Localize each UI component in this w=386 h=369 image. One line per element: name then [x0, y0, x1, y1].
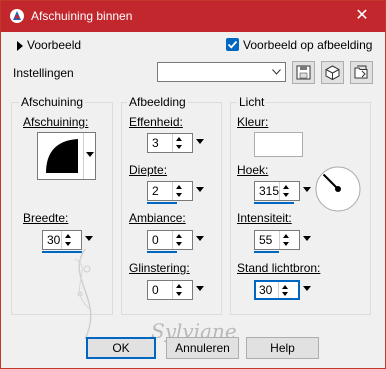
depth-spinner[interactable]: 2 [147, 181, 204, 204]
smoothness-value: 3 [152, 136, 159, 150]
angle-label: Hoek: [237, 163, 269, 177]
dialog-window: Afschuining binnen ✕ Voorbeeld Voorbeeld… [0, 0, 386, 369]
app-icon [10, 9, 24, 23]
bevel-width-label: Breedte: [23, 211, 69, 225]
depth-label: Diepte: [129, 163, 168, 177]
elevation-label: Stand lichtbron: [237, 261, 321, 275]
ambience-dropdown-icon[interactable] [196, 236, 204, 241]
angle-bar [254, 202, 294, 204]
settings-label: Instellingen [13, 66, 74, 80]
smoothness-arrows[interactable] [172, 134, 192, 152]
smoothness-label: Effenheid: [129, 115, 183, 129]
settings-combo[interactable] [157, 62, 286, 82]
depth-dropdown-icon[interactable] [196, 187, 204, 192]
smoothness-spinner[interactable]: 3 [147, 133, 204, 153]
reset-settings-button[interactable] [321, 61, 344, 84]
ambience-label: Ambiance: [129, 211, 186, 225]
angle-value: 315 [259, 184, 280, 198]
cancel-button[interactable]: Annuleren [166, 337, 239, 359]
load-settings-button[interactable] [350, 61, 373, 84]
chevron-down-icon [272, 69, 281, 75]
save-icon [296, 65, 311, 80]
intensity-label: Intensiteit: [237, 211, 292, 225]
preview-on-image-label[interactable]: Voorbeeld op afbeelding [243, 38, 372, 52]
elevation-arrows[interactable] [278, 282, 298, 298]
folder-open-icon [354, 65, 368, 79]
angle-spinner[interactable]: 315 [254, 181, 311, 204]
preview-on-image-checkbox[interactable] [226, 38, 239, 51]
preview-toggle-label[interactable]: Voorbeeld [27, 38, 81, 52]
group-light-title: Licht [237, 95, 267, 109]
elevation-value: 30 [259, 283, 273, 297]
triangle-down-icon [86, 152, 94, 157]
intensity-spinner[interactable]: 55 [254, 230, 311, 253]
depth-bar [147, 202, 177, 204]
angle-arrows[interactable] [279, 182, 299, 200]
intensity-value: 55 [259, 233, 273, 247]
group-bevel-title: Afschuining [19, 95, 86, 109]
depth-arrows[interactable] [172, 182, 192, 200]
intensity-dropdown-icon[interactable] [303, 236, 311, 241]
checkmark-icon [227, 40, 238, 49]
angle-dial[interactable] [315, 166, 361, 212]
help-button[interactable]: Help [246, 337, 319, 359]
shininess-value: 0 [152, 283, 159, 297]
expand-preview-icon[interactable] [17, 41, 24, 51]
light-color-label: Kleur: [237, 115, 269, 129]
group-image-title: Afbeelding [127, 95, 188, 109]
ambience-spinner[interactable]: 0 [147, 230, 204, 253]
bevel-shape-dropdown[interactable] [83, 133, 95, 179]
smoothness-dropdown-icon[interactable] [196, 139, 204, 144]
title-bar: Afschuining binnen ✕ [1, 1, 385, 32]
ambience-value: 0 [152, 233, 159, 247]
light-color-swatch[interactable] [254, 132, 303, 157]
ok-button[interactable]: OK [86, 337, 156, 359]
shininess-arrows[interactable] [172, 281, 192, 299]
close-button[interactable]: ✕ [339, 1, 385, 32]
window-title: Afschuining binnen [31, 9, 133, 23]
save-settings-button[interactable] [292, 61, 315, 84]
watermark-flourish [74, 248, 92, 340]
elevation-dropdown-icon[interactable] [303, 286, 311, 291]
shininess-dropdown-icon[interactable] [196, 286, 204, 291]
bevel-shape-label: Afschuining: [23, 115, 89, 129]
elevation-spinner[interactable]: 30 [254, 280, 311, 300]
cube-icon [325, 65, 340, 81]
bevel-shape-picker[interactable] [37, 132, 96, 180]
shininess-label: Glinstering: [129, 261, 190, 275]
intensity-bar [254, 251, 279, 253]
angle-dropdown-icon[interactable] [303, 187, 311, 192]
intensity-arrows[interactable] [279, 231, 299, 249]
ambience-arrows[interactable] [172, 231, 192, 249]
bevel-shape-icon [46, 139, 78, 173]
ambience-bar [147, 251, 177, 253]
shininess-spinner[interactable]: 0 [147, 280, 204, 300]
depth-value: 2 [152, 184, 159, 198]
